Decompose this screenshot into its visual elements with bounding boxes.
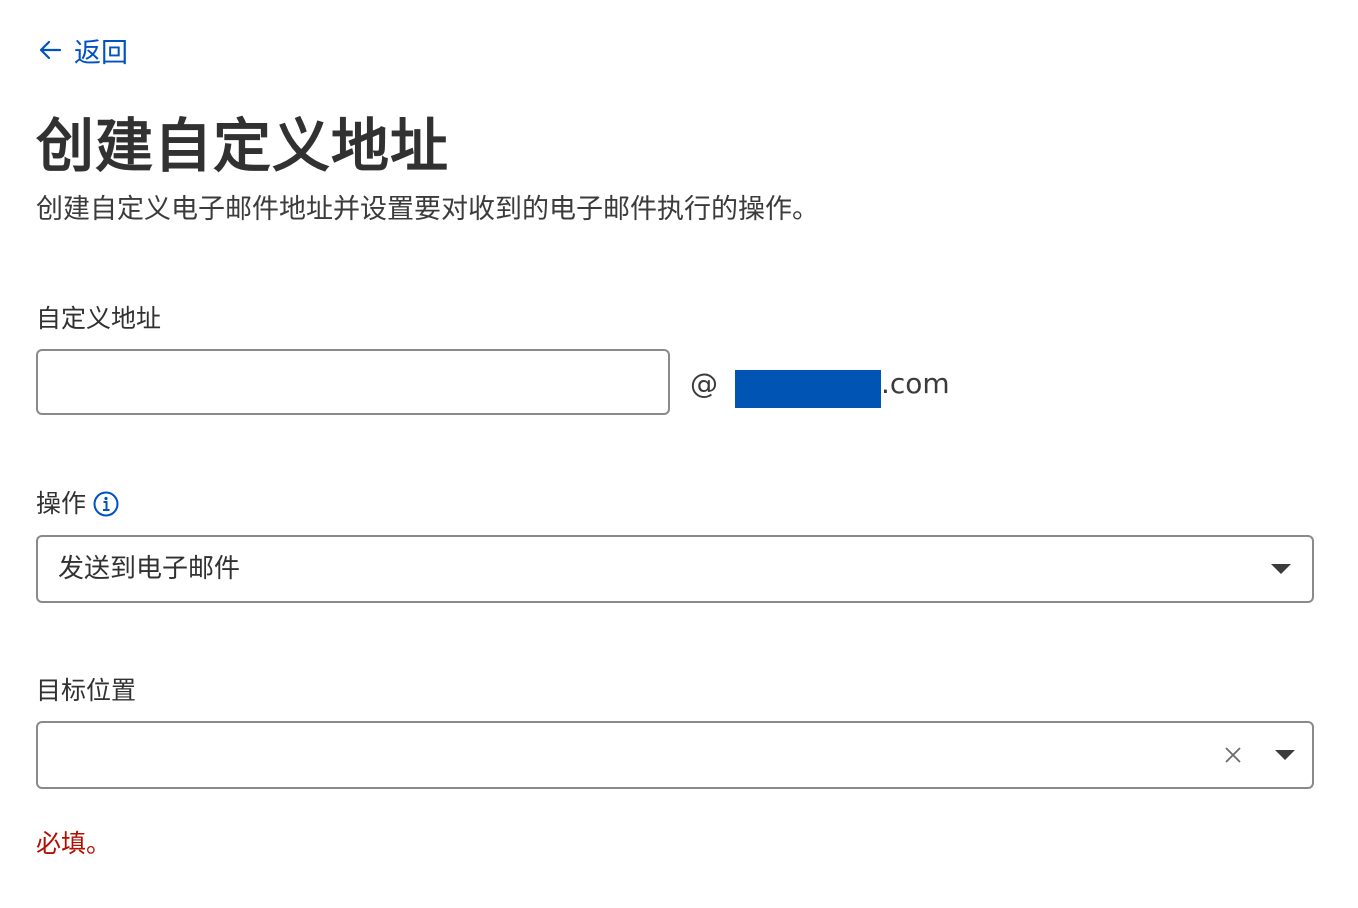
chevron-down-icon <box>1270 537 1292 601</box>
at-sign: @ <box>690 367 718 400</box>
back-label: 返回 <box>74 37 128 69</box>
action-select-value: 发送到电子邮件 <box>58 554 241 584</box>
destination-label-text: 目标位置 <box>36 676 137 705</box>
destination-required-error: 必填。 <box>36 829 112 858</box>
info-icon[interactable] <box>92 490 120 518</box>
domain-suffix: .com <box>881 367 950 400</box>
action-select[interactable]: 发送到电子邮件 <box>36 535 1314 603</box>
domain-redaction <box>735 370 881 408</box>
clear-icon[interactable] <box>1224 723 1242 787</box>
create-custom-address-page: 返回 创建自定义地址 创建自定义电子邮件地址并设置要对收到的电子邮件执行的操作。… <box>0 0 1358 908</box>
arrow-left-icon <box>39 40 62 60</box>
page-title: 创建自定义地址 <box>36 112 450 180</box>
custom-address-label-text: 自定义地址 <box>36 304 162 333</box>
custom-address-input[interactable] <box>36 349 670 415</box>
back-link[interactable]: 返回 <box>36 30 128 70</box>
page-description: 创建自定义电子邮件地址并设置要对收到的电子邮件执行的操作。 <box>36 194 819 225</box>
destination-select[interactable] <box>36 721 1314 789</box>
action-label-text: 操作 <box>36 489 87 518</box>
custom-address-label: 自定义地址 <box>36 301 161 337</box>
chevron-down-icon <box>1274 723 1296 787</box>
action-label: 操作 <box>36 486 120 522</box>
destination-label: 目标位置 <box>36 673 136 709</box>
